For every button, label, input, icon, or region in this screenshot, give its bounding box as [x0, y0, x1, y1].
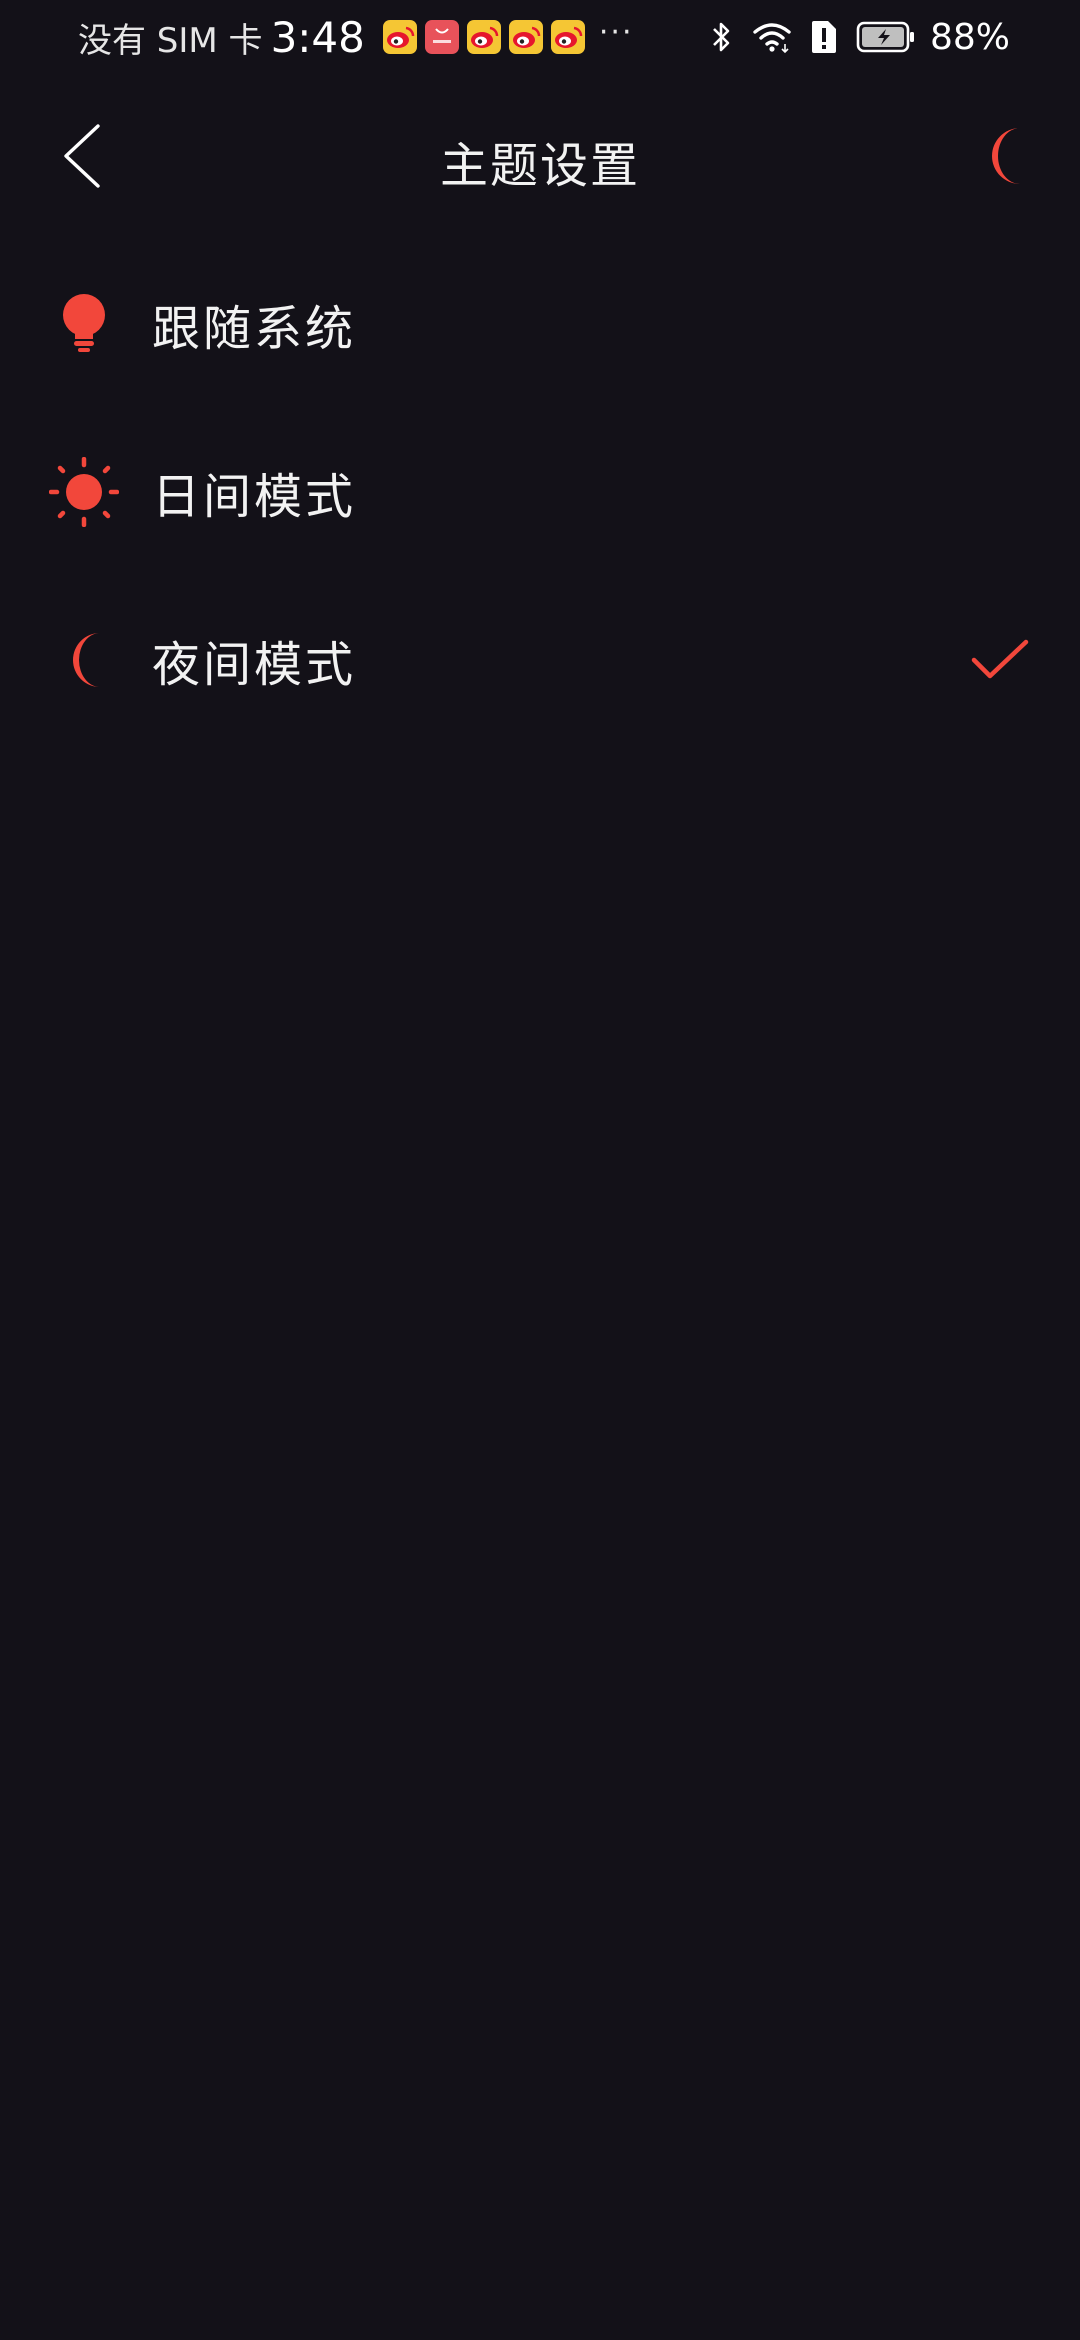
option-label: 跟随系统	[152, 301, 357, 357]
option-follow-system[interactable]: 跟随系统	[0, 240, 1080, 408]
page-title: 主题设置	[439, 138, 640, 194]
status-bar-right: 88%	[692, 12, 1010, 62]
option-label: 夜间模式	[152, 637, 357, 693]
option-label: 日间模式	[152, 469, 357, 525]
theme-option-list: 跟随系统 日间模式 夜间模式	[0, 240, 1080, 744]
option-night-mode[interactable]: 夜间模式	[0, 576, 1080, 744]
lightbulb-icon	[48, 288, 120, 360]
battery-percent: 88%	[929, 16, 1010, 58]
theme-toggle-button[interactable]	[968, 120, 1040, 192]
sun-icon	[48, 456, 120, 528]
bluetooth-icon	[710, 19, 734, 55]
status-bar-left: 没有 SIM 卡 3:48 ···	[78, 12, 634, 62]
weibo-icon	[382, 20, 417, 54]
wifi-icon	[752, 20, 792, 54]
sim-alert-icon	[810, 19, 838, 55]
weibo-icon	[508, 20, 543, 54]
status-bar: 没有 SIM 卡 3:48 ··· 88%	[0, 0, 1080, 72]
moon-icon	[992, 128, 1020, 184]
battery-charging-icon	[856, 21, 916, 53]
more-notifications-icon: ···	[598, 14, 634, 50]
huawei-appgallery-icon	[424, 20, 459, 54]
moon-icon	[48, 624, 120, 696]
option-day-mode[interactable]: 日间模式	[0, 408, 1080, 576]
weibo-icon	[550, 20, 585, 54]
status-clock: 3:48	[270, 12, 365, 62]
checkmark-icon	[971, 639, 1029, 679]
carrier-label: 没有 SIM 卡	[78, 20, 263, 61]
header: 主题设置	[0, 100, 1080, 212]
weibo-icon	[466, 20, 501, 54]
